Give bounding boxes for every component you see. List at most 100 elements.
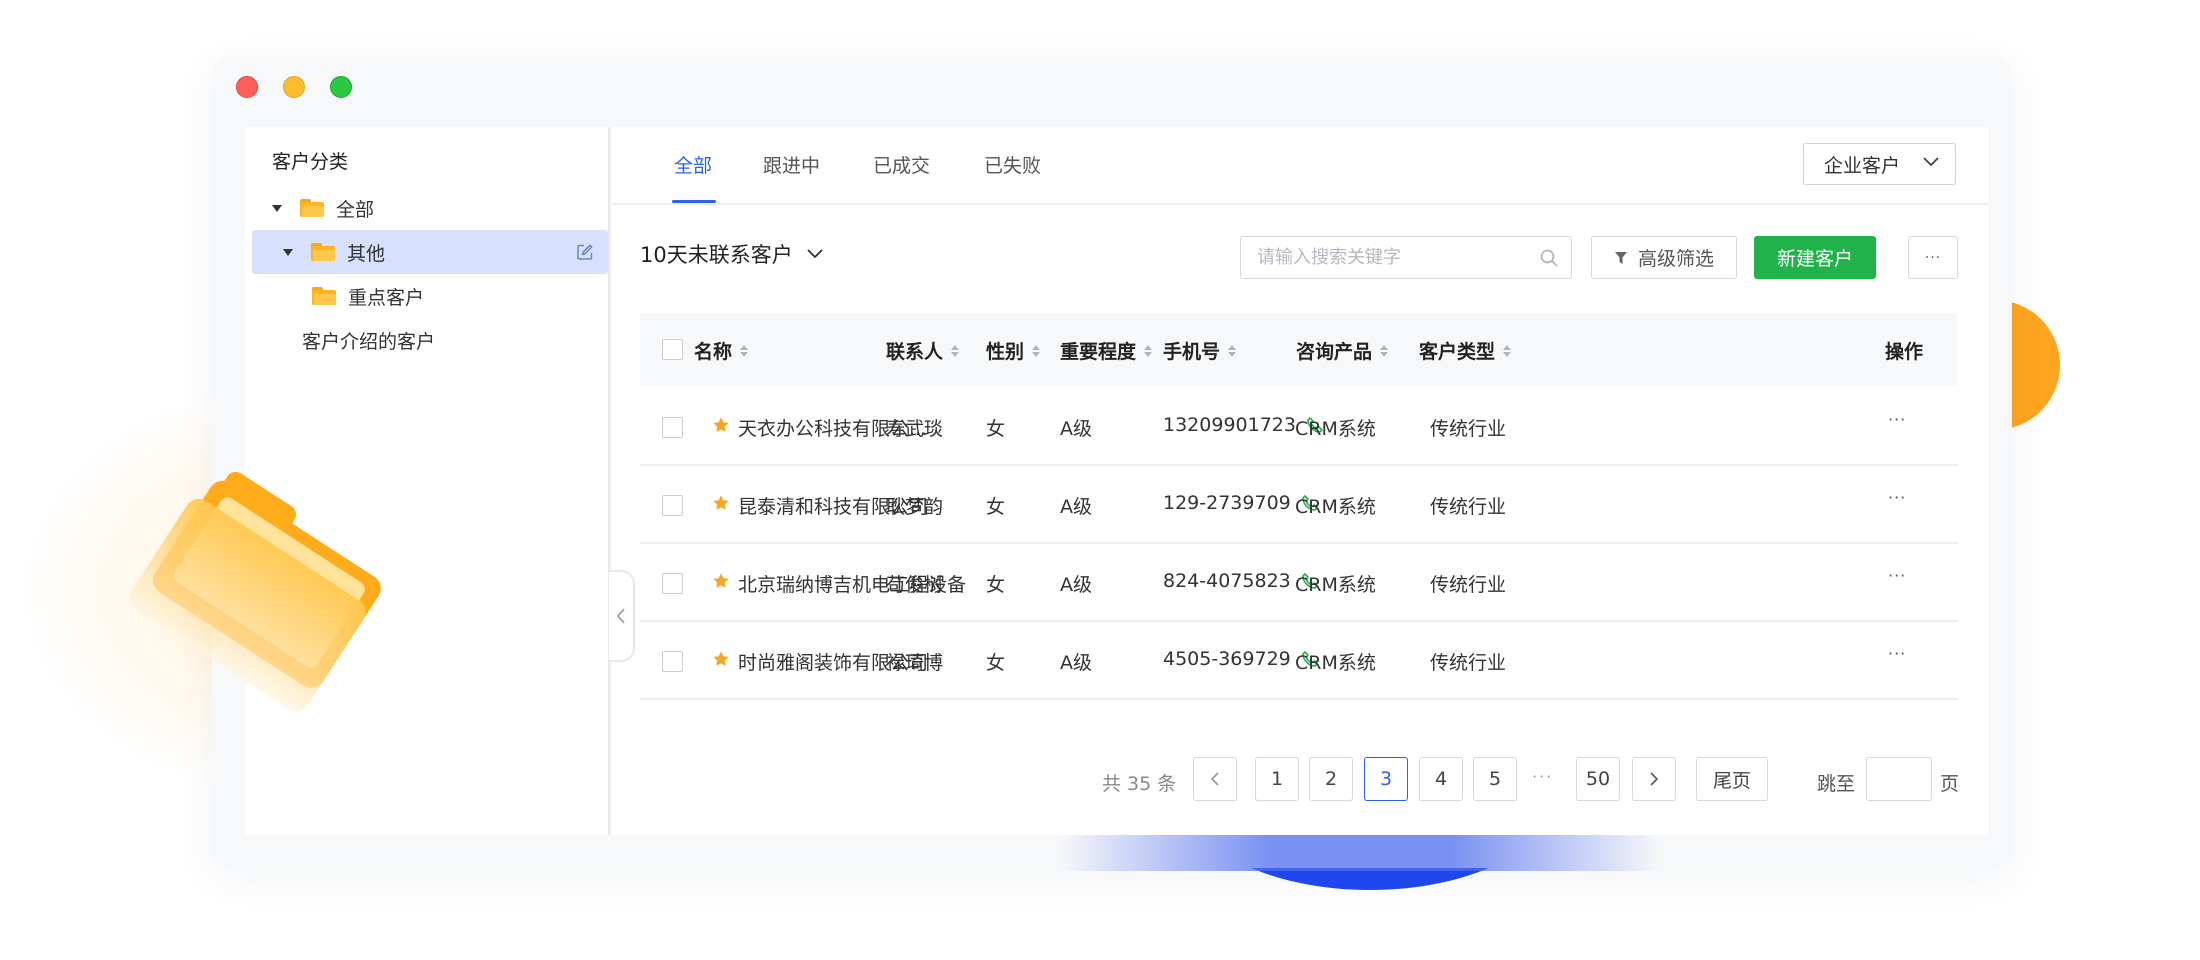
search-icon[interactable]	[1539, 248, 1559, 268]
product-value: CRM系统	[1295, 574, 1376, 596]
tree-item-other[interactable]: 其他	[252, 230, 608, 274]
customer-type-value: 传统行业	[1430, 574, 1507, 596]
caret-down-icon[interactable]	[272, 204, 282, 212]
column-header-gender[interactable]: 性别	[986, 337, 1041, 364]
filter-icon	[1614, 251, 1627, 264]
column-header-product[interactable]: 咨询产品	[1296, 337, 1389, 364]
importance-value: A级	[1060, 418, 1092, 440]
tab-closed-lost[interactable]: 已失败	[984, 151, 1041, 205]
row-more-button[interactable]: ···	[1888, 410, 1906, 429]
gender-value: 女	[986, 574, 1006, 596]
contact-name: 寿武琰	[886, 418, 944, 440]
customer-type-value: 传统行业	[1430, 496, 1507, 518]
contact-name: 耿梦韵	[886, 496, 944, 518]
table-row[interactable]: 昆泰清和科技有限公司 耿梦韵 女 A级 129-2739709 CRM系统 传统…	[640, 466, 1958, 544]
folder-icon	[312, 287, 336, 305]
star-icon[interactable]	[712, 572, 730, 590]
column-header-phone[interactable]: 手机号	[1163, 337, 1237, 364]
tree-item-key-customers[interactable]: 重点客户	[252, 274, 608, 318]
column-header-customer-type[interactable]: 客户类型	[1419, 337, 1512, 364]
table-row[interactable]: 天衣办公科技有限公... 寿武琰 女 A级 13209901723 CRM系统 …	[640, 388, 1958, 466]
prev-page-button[interactable]	[1193, 757, 1237, 801]
sort-icon	[1144, 344, 1153, 357]
active-tab-indicator	[672, 200, 716, 203]
tree-item-label: 客户介绍的客户	[302, 330, 436, 353]
select-all-checkbox[interactable]	[662, 339, 683, 360]
gender-value: 女	[986, 652, 1006, 674]
next-page-button[interactable]	[1632, 757, 1676, 801]
tree-item-all[interactable]: 全部	[252, 186, 608, 230]
tree-item-referred-customers[interactable]: 客户介绍的客户	[252, 318, 608, 362]
row-checkbox[interactable]	[662, 495, 683, 516]
page-button-last-number[interactable]: 50	[1576, 757, 1620, 801]
page-button-1[interactable]: 1	[1255, 757, 1299, 801]
caret-down-icon[interactable]	[283, 248, 293, 256]
jump-to-page-input[interactable]	[1867, 758, 1931, 800]
contact-name: 苟俊树	[886, 574, 944, 596]
phone-number: 824-4075823	[1163, 570, 1291, 592]
importance-value: A级	[1060, 496, 1092, 518]
pagination-ellipsis[interactable]: ···	[1532, 767, 1553, 786]
page-button-4[interactable]: 4	[1419, 757, 1463, 801]
table-header: 名称 联系人 性别 重要程度 手机号 咨询产品 客户类型 操作	[640, 313, 1958, 386]
chevron-down-icon	[1923, 157, 1939, 167]
saved-view-select[interactable]: 10天未联系客户	[640, 239, 823, 269]
sort-icon	[740, 344, 749, 357]
chevron-left-icon	[616, 608, 625, 624]
column-header-importance[interactable]: 重要程度	[1060, 337, 1153, 364]
tab-all[interactable]: 全部	[674, 151, 712, 205]
more-actions-button[interactable]: ···	[1908, 236, 1958, 279]
window-close-button[interactable]	[236, 76, 258, 98]
gender-value: 女	[986, 496, 1006, 518]
phone-number: 4505-369729	[1163, 648, 1291, 670]
search-input[interactable]	[1257, 237, 1527, 277]
customer-type-select[interactable]: 企业客户	[1803, 143, 1956, 185]
star-icon[interactable]	[712, 416, 730, 434]
advanced-filter-button[interactable]: 高级筛选	[1591, 236, 1737, 279]
folder-icon	[300, 199, 324, 217]
star-icon[interactable]	[712, 494, 730, 512]
chevron-down-icon	[807, 249, 823, 259]
sidebar-title: 客户分类	[272, 151, 349, 173]
tree-item-label: 全部	[336, 198, 375, 221]
status-tabs: 全部 跟进中 已成交 已失败 企业客户	[612, 127, 1988, 205]
window-maximize-button[interactable]	[330, 76, 352, 98]
advanced-filter-label: 高级筛选	[1637, 248, 1714, 270]
tab-closed-won[interactable]: 已成交	[873, 151, 930, 205]
sort-icon	[1032, 344, 1041, 357]
sort-icon	[951, 344, 960, 357]
page-button-5[interactable]: 5	[1473, 757, 1517, 801]
contact-name: 禄琦博	[886, 652, 944, 674]
row-checkbox[interactable]	[662, 651, 683, 672]
sidebar-collapse-handle[interactable]	[609, 570, 635, 662]
customer-type-value: 传统行业	[1430, 418, 1507, 440]
tab-following[interactable]: 跟进中	[763, 151, 820, 205]
row-more-button[interactable]: ···	[1888, 488, 1906, 507]
new-customer-button[interactable]: 新建客户	[1754, 236, 1876, 279]
edit-icon[interactable]	[576, 243, 594, 261]
tree-item-label: 其他	[347, 242, 386, 265]
table-row[interactable]: 北京瑞纳博吉机电工程设备 苟俊树 女 A级 824-4075823 CRM系统 …	[640, 544, 1958, 622]
row-checkbox[interactable]	[662, 573, 683, 594]
page-button-3[interactable]: 3	[1364, 757, 1408, 801]
chevron-left-icon	[1210, 772, 1219, 786]
chevron-right-icon	[1650, 772, 1659, 786]
search-box	[1240, 236, 1572, 279]
row-more-button[interactable]: ···	[1888, 566, 1906, 585]
row-checkbox[interactable]	[662, 417, 683, 438]
star-icon[interactable]	[712, 650, 730, 668]
column-header-name[interactable]: 名称	[694, 337, 749, 364]
customer-type-value: 传统行业	[1430, 652, 1507, 674]
importance-value: A级	[1060, 652, 1092, 674]
table-row[interactable]: 时尚雅阁装饰有限公司 禄琦博 女 A级 4505-369729 CRM系统 传统…	[640, 622, 1958, 700]
folder-icon	[311, 243, 335, 261]
jump-to-label: 跳至	[1817, 773, 1856, 795]
customer-type-value: 企业客户	[1824, 154, 1901, 177]
column-header-contact[interactable]: 联系人	[886, 337, 960, 364]
window-minimize-button[interactable]	[283, 76, 305, 98]
row-more-button[interactable]: ···	[1888, 644, 1906, 663]
product-value: CRM系统	[1295, 652, 1376, 674]
last-page-button[interactable]: 尾页	[1696, 757, 1768, 801]
sort-icon	[1380, 344, 1389, 357]
page-button-2[interactable]: 2	[1309, 757, 1353, 801]
